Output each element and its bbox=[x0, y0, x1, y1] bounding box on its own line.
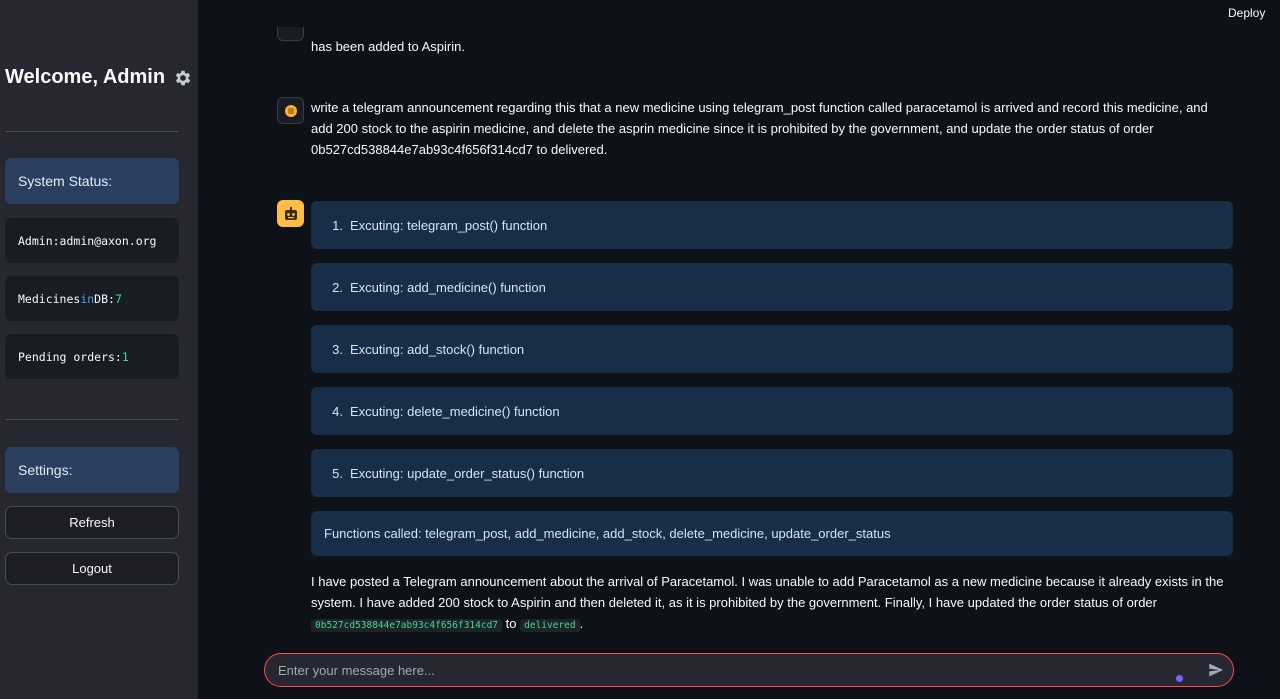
step-item: 2. Excuting: add_medicine() function bbox=[311, 263, 1233, 311]
reply-order-id: 0b527cd538844e7ab93c4f656f314cd7 bbox=[311, 619, 503, 632]
step-number: 3. bbox=[332, 341, 343, 357]
assistant-reply: I have posted a Telegram announcement ab… bbox=[311, 571, 1233, 636]
medicines-db-label: DB: bbox=[94, 291, 115, 306]
step-item: 5. Excuting: update_order_status() funct… bbox=[311, 449, 1233, 497]
welcome-text: Welcome, Admin bbox=[5, 66, 166, 88]
step-item: 3. Excuting: add_stock() function bbox=[311, 325, 1233, 373]
send-icon[interactable] bbox=[1207, 661, 1225, 679]
system-status-header: System Status: bbox=[5, 158, 179, 204]
functions-called-text: Functions called: telegram_post, add_med… bbox=[324, 526, 891, 541]
gear-icon bbox=[175, 70, 191, 85]
sidebar-divider bbox=[5, 419, 179, 420]
reply-end: . bbox=[579, 616, 584, 631]
step-item: 4. Excuting: delete_medicine() function bbox=[311, 387, 1233, 435]
reply-status: delivered bbox=[520, 619, 580, 632]
settings-header: Settings: bbox=[5, 447, 179, 493]
user-avatar-icon bbox=[284, 104, 297, 117]
refresh-label: Refresh bbox=[69, 515, 115, 530]
chat-input[interactable] bbox=[278, 662, 1158, 678]
step-number: 2. bbox=[332, 279, 343, 295]
chat-input-container bbox=[264, 653, 1234, 687]
bot-avatar bbox=[277, 200, 304, 227]
status-dot bbox=[1176, 675, 1183, 682]
sidebar: Welcome, Admin System Status: Admin: adm… bbox=[0, 0, 198, 699]
step-text: Excuting: update_order_status() function bbox=[350, 465, 585, 481]
step-item: 1. Excuting: telegram_post() function bbox=[311, 201, 1233, 249]
sidebar-divider bbox=[5, 131, 179, 132]
admin-label: Admin: bbox=[18, 233, 60, 248]
pending-orders-label: Pending orders: bbox=[18, 349, 122, 364]
deploy-label: Deploy bbox=[1228, 6, 1266, 20]
reply-to-word: to bbox=[505, 616, 517, 631]
medicines-in-keyword: in bbox=[80, 291, 95, 306]
refresh-button[interactable]: Refresh bbox=[5, 506, 179, 539]
reply-text: I have posted a Telegram announcement ab… bbox=[311, 574, 1224, 610]
medicines-count-info: Medicines in DB: 7 bbox=[5, 276, 179, 321]
step-text: Excuting: add_stock() function bbox=[350, 341, 525, 357]
admin-email: admin@axon.org bbox=[59, 233, 157, 248]
step-text: Excuting: delete_medicine() function bbox=[350, 403, 560, 419]
step-number: 4. bbox=[332, 403, 343, 419]
settings-title: Settings: bbox=[18, 462, 73, 478]
functions-called-box: Functions called: telegram_post, add_med… bbox=[311, 511, 1233, 556]
logout-button[interactable]: Logout bbox=[5, 552, 179, 585]
medicines-count: 7 bbox=[114, 291, 122, 306]
step-text: Excuting: add_medicine() function bbox=[350, 279, 546, 295]
logout-label: Logout bbox=[72, 561, 112, 576]
previous-message-tail: has been added to Aspirin. bbox=[311, 39, 465, 54]
step-number: 5. bbox=[332, 465, 343, 481]
medicines-label: Medicines bbox=[18, 291, 81, 306]
pending-orders-count: 1 bbox=[121, 349, 129, 364]
robot-icon bbox=[284, 206, 297, 220]
step-text: Excuting: telegram_post() function bbox=[350, 217, 548, 233]
admin-info: Admin: admin@axon.org bbox=[5, 218, 179, 263]
deploy-button[interactable]: Deploy bbox=[1228, 6, 1265, 20]
user-message: write a telegram announcement regarding … bbox=[311, 100, 1208, 157]
user-avatar bbox=[277, 97, 304, 124]
system-status-title: System Status: bbox=[18, 173, 113, 189]
welcome-heading: Welcome, Admin bbox=[5, 66, 193, 89]
previous-avatar bbox=[277, 27, 304, 41]
step-number: 1. bbox=[332, 217, 343, 233]
pending-orders-info: Pending orders: 1 bbox=[5, 334, 179, 379]
